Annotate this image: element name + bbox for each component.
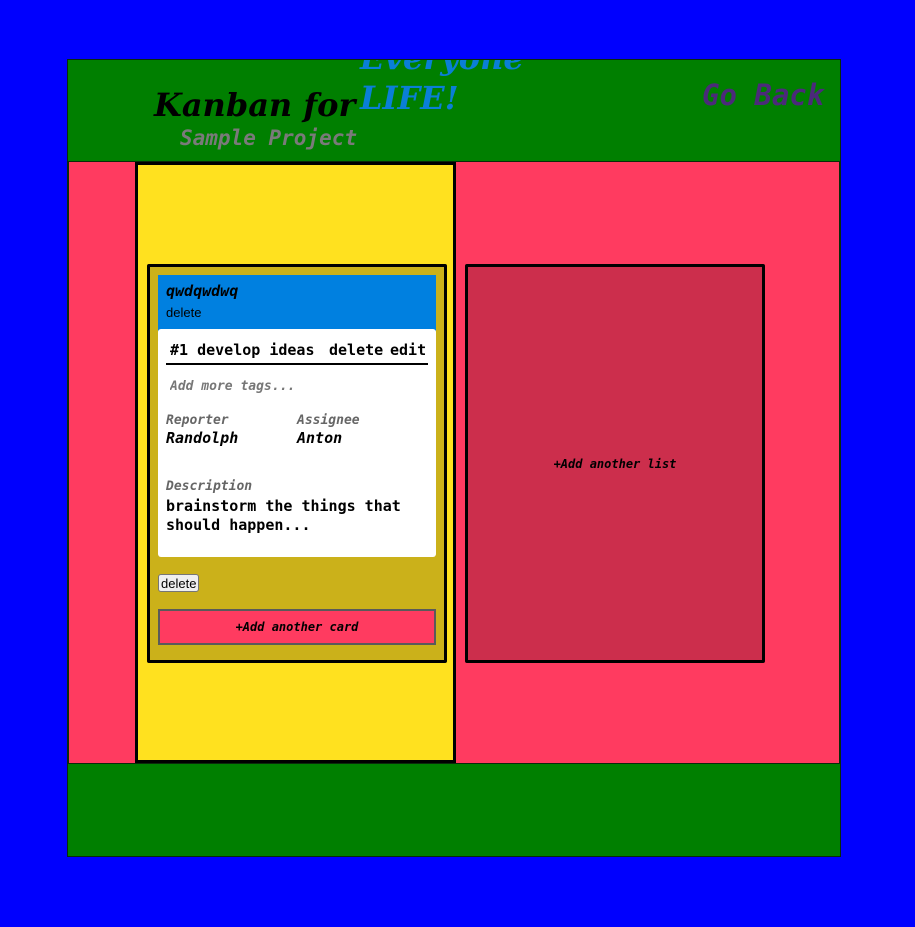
card-delete-link[interactable]: delete: [329, 341, 383, 359]
card[interactable]: #1 develop ideas delete edit Reporter Ra…: [158, 329, 436, 557]
go-back-link[interactable]: Go Back: [702, 78, 824, 112]
assignee-value: Anton: [297, 429, 343, 447]
tags-input[interactable]: [170, 379, 420, 394]
add-list-button[interactable]: +Add another list: [465, 264, 765, 663]
footer: [68, 764, 840, 856]
list-name[interactable]: qwdqwdwq: [166, 282, 238, 300]
description-text: brainstorm the things that should happen…: [166, 497, 401, 534]
tagline: Everyone LIFE!: [360, 60, 524, 118]
list: qwdqwdwq delete #1 develop ideas delete …: [147, 264, 447, 663]
list-delete-button[interactable]: delete: [158, 574, 200, 592]
app-frame: Kanban for Everyone LIFE! Sample Project…: [67, 59, 841, 857]
reporter-value: Randolph: [166, 429, 239, 447]
list-delete-link[interactable]: delete: [166, 305, 201, 320]
project-name: Sample Project: [180, 126, 358, 150]
tagline-line2: LIFE!: [360, 79, 459, 117]
add-list-label: +Add another list: [553, 457, 677, 471]
list-header: qwdqwdwq delete: [158, 275, 436, 331]
description-label: Description: [166, 479, 253, 494]
header: Kanban for Everyone LIFE! Sample Project…: [68, 60, 840, 162]
reporter-label: Reporter: [166, 413, 229, 428]
tagline-line1: Everyone: [360, 60, 524, 78]
add-card-button[interactable]: +Add another card: [158, 609, 436, 645]
board: qwdqwdwq delete #1 develop ideas delete …: [68, 161, 840, 764]
card-edit-link[interactable]: edit: [390, 341, 426, 359]
card-title: #1 develop ideas: [170, 341, 315, 359]
card-header: #1 develop ideas delete edit: [166, 339, 428, 365]
page-title: Kanban for: [154, 86, 356, 124]
assignee-label: Assignee: [297, 413, 360, 428]
